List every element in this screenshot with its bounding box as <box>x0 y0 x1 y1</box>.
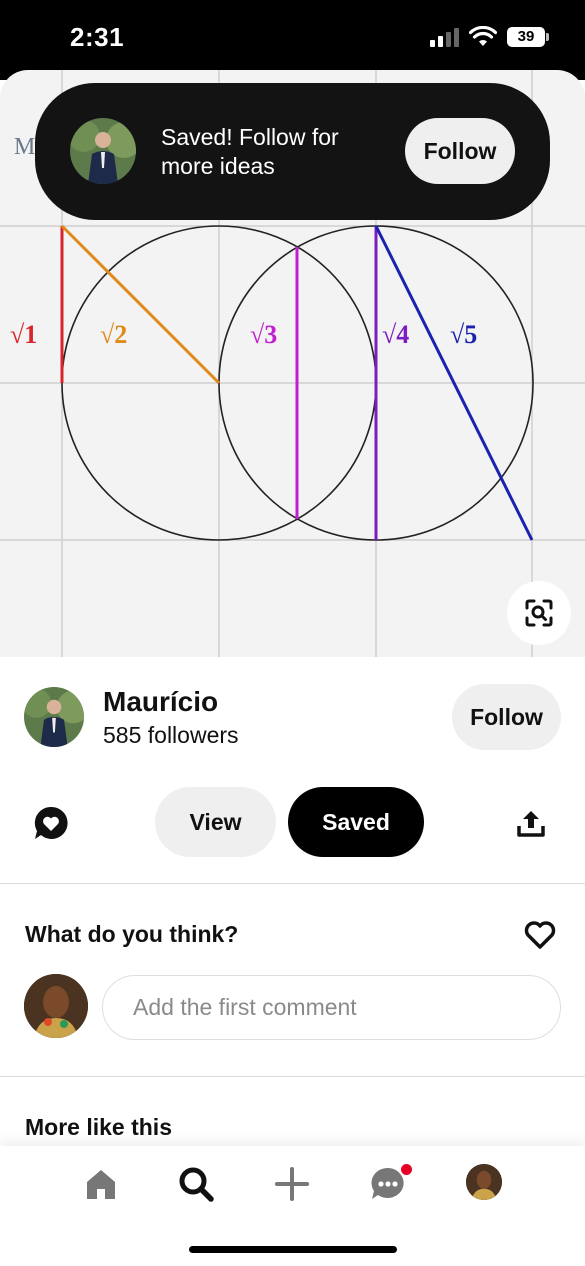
creator-followers: 585 followers <box>103 722 239 748</box>
heart-icon <box>524 921 556 949</box>
notification-dot <box>401 1164 412 1175</box>
share-icon <box>517 811 545 837</box>
home-icon <box>87 1170 115 1199</box>
wifi-icon <box>469 26 497 46</box>
pin-logo: M <box>14 134 36 160</box>
toast-message: Saved! Follow for more ideas <box>161 124 339 179</box>
search-icon <box>179 1167 214 1202</box>
nav-messages[interactable] <box>366 1162 412 1206</box>
status-indicators: 39 <box>430 26 549 48</box>
share-button[interactable] <box>510 802 552 844</box>
home-indicator <box>189 1246 397 1253</box>
sqrt5-label: √5 <box>450 320 477 349</box>
battery-indicator: 39 <box>507 27 549 47</box>
my-avatar <box>24 974 88 1038</box>
react-button[interactable] <box>521 916 559 954</box>
toast-follow-button[interactable]: Follow <box>405 118 515 184</box>
divider <box>0 1076 585 1077</box>
sqrt1-label: √1 <box>10 320 37 349</box>
more-like-this-heading: More like this <box>25 1114 172 1140</box>
comment-button[interactable] <box>30 802 72 844</box>
visual-search-button[interactable] <box>507 581 571 645</box>
comments-heading: What do you think? <box>25 921 239 947</box>
divider <box>0 883 585 884</box>
status-bar: 2:31 39 <box>0 0 585 80</box>
nav-home[interactable] <box>79 1162 123 1206</box>
saved-toast: Saved! Follow for more ideas Follow <box>35 83 550 220</box>
comment-input[interactable] <box>102 975 561 1040</box>
creator-avatar[interactable] <box>24 687 84 747</box>
sqrt4-label: √4 <box>382 320 409 349</box>
toast-creator-avatar <box>70 118 136 184</box>
sqrt2-label: √2 <box>100 320 127 349</box>
saved-button[interactable]: Saved <box>288 787 424 857</box>
nav-profile-avatar[interactable] <box>466 1164 502 1200</box>
view-button[interactable]: View <box>155 787 276 857</box>
cellular-signal-icon <box>430 27 459 47</box>
follow-button[interactable]: Follow <box>452 684 561 750</box>
sqrt3-label: √3 <box>250 320 277 349</box>
creator-name[interactable]: Maurício <box>103 686 218 718</box>
sqrt2-segment <box>60 224 221 385</box>
status-time: 2:31 <box>70 22 125 52</box>
nav-create[interactable] <box>270 1162 314 1206</box>
comment-heart-icon <box>34 806 68 839</box>
nav-search[interactable] <box>174 1162 218 1206</box>
plus-icon <box>275 1167 309 1201</box>
lens-search-icon <box>525 599 553 627</box>
